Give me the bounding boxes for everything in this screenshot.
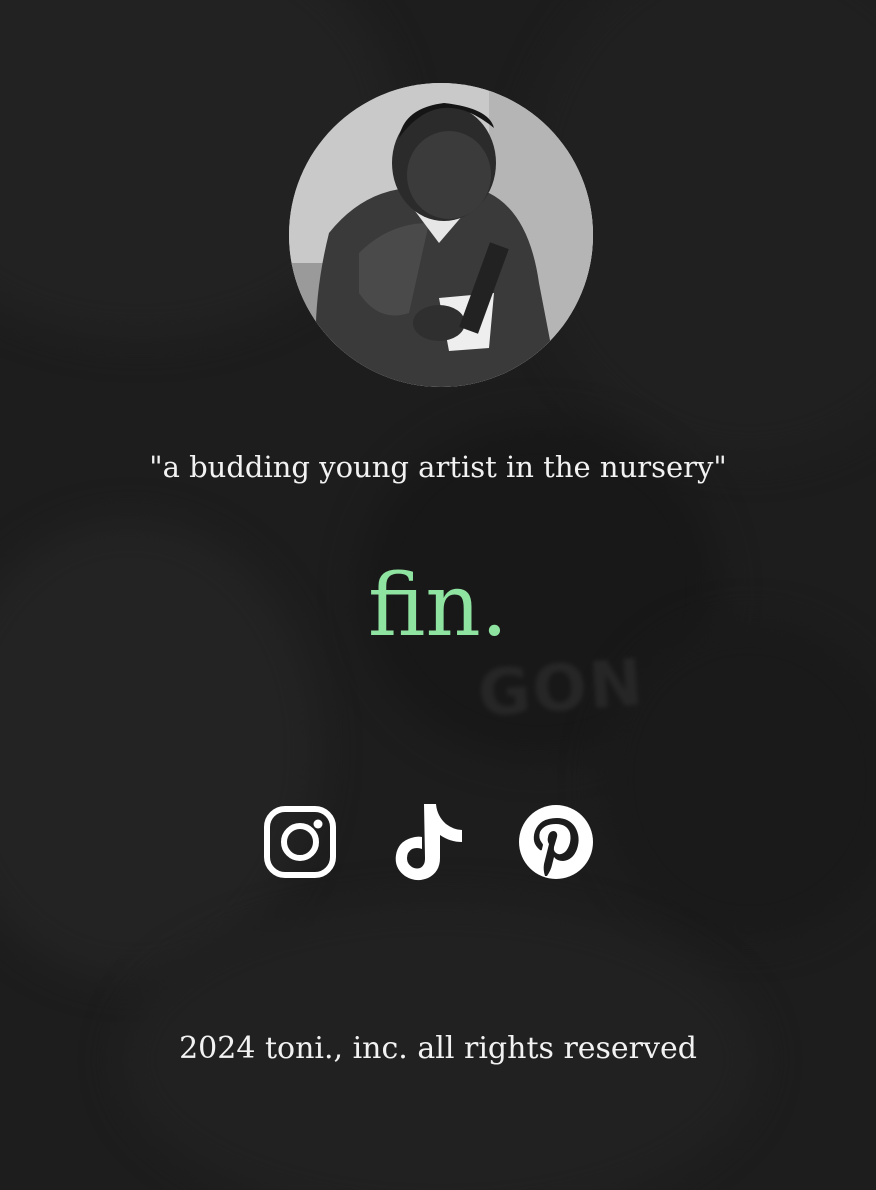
tiktok-link[interactable] (388, 802, 468, 882)
tiktok-icon (395, 804, 462, 881)
profile-avatar (289, 83, 593, 387)
instagram-link[interactable] (260, 802, 340, 882)
photo-caption: "a budding young artist in the nursery" (149, 450, 727, 484)
social-links (0, 802, 876, 882)
pinterest-icon (519, 805, 593, 879)
copyright-footer: 2024 toni., inc. all rights reserved (179, 1031, 697, 1066)
child-photo-icon (289, 83, 593, 387)
page: GON "a budding young artist in the nurse… (0, 0, 876, 1190)
instagram-icon (264, 806, 336, 878)
closing-title: fin. (367, 556, 509, 656)
pinterest-link[interactable] (516, 802, 596, 882)
